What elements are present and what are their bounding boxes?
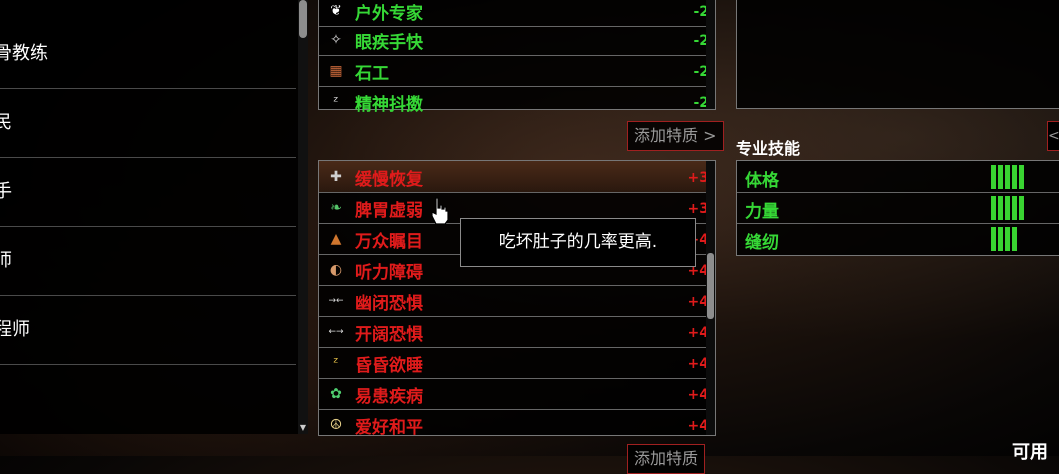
skill-row: 力量 (737, 192, 1059, 224)
skill-pip (1005, 165, 1010, 189)
occupation-scrollbar[interactable]: ▼ (298, 0, 308, 434)
occupation-label: 骨教练 (0, 43, 48, 64)
trait-name: 开阔恐惧 (355, 325, 423, 345)
skill-pip (1005, 227, 1010, 251)
skill-name: 缝纫 (745, 233, 779, 253)
trait-row[interactable]: →← 幽闭恐惧 +4 (319, 285, 715, 317)
skills-list: 体格 力量 缝纫 (736, 160, 1059, 256)
positive-trait-list: ❦ 户外专家 -2 ✧ 眼疾手快 -2 ▦ 石工 -2 ᶻ 精神抖擞 -2 (318, 0, 716, 115)
occupation-item[interactable]: 手 (0, 158, 296, 227)
trait-tooltip: 吃坏肚子的几率更高. (460, 218, 696, 267)
germ-icon: ✿ (330, 386, 342, 402)
trait-row[interactable]: ←→ 开阔恐惧 +4 (319, 316, 715, 348)
trait-row[interactable]: ᶻ 精神抖擞 -2 (319, 86, 715, 117)
trait-name: 户外专家 (355, 4, 423, 24)
skill-pip (991, 165, 996, 189)
hand-cursor-icon (431, 197, 449, 225)
skill-pip (1012, 196, 1017, 220)
trait-name: 脾胃虚弱 (355, 201, 423, 221)
peace-icon: ☮ (329, 417, 343, 433)
trait-name: 眼疾手快 (355, 33, 423, 53)
skill-pip (1005, 196, 1010, 220)
trait-name: 爱好和平 (355, 418, 423, 438)
trait-scrollbar[interactable] (706, 161, 715, 435)
arrows-out-icon: ←→ (328, 327, 344, 337)
occupation-label: 手 (0, 181, 12, 202)
trait-name: 昏昏欲睡 (355, 356, 423, 376)
collapse-button[interactable]: < (1047, 121, 1059, 151)
trait-name: 缓慢恢复 (355, 170, 423, 190)
occupation-label: 程师 (0, 319, 30, 340)
description-panel (736, 0, 1059, 109)
occupation-label: 师 (0, 250, 12, 271)
stomach-icon: ❧ (330, 200, 342, 216)
trait-row[interactable]: ✚ 缓慢恢复 +3 (319, 161, 715, 193)
available-points-label: 可用 (1012, 442, 1048, 463)
skill-pip (1012, 227, 1017, 251)
negative-trait-list: ✚ 缓慢恢复 +3 ❧ 脾胃虚弱 +3 ▲ 万众瞩目 +4 ◐ 听力障碍 +4 … (318, 160, 716, 438)
add-trait-button[interactable]: 添加特质 (627, 444, 706, 474)
add-trait-button[interactable]: 添加特质 > (627, 121, 724, 151)
trait-name: 万众瞩目 (355, 232, 423, 252)
skill-pip (998, 165, 1003, 189)
arrows-in-icon: →← (328, 296, 344, 306)
occupation-item[interactable]: 骨教练 (0, 20, 296, 89)
skill-pip (1019, 165, 1024, 189)
scrollbar-thumb[interactable] (707, 253, 714, 319)
skill-pip (1012, 165, 1017, 189)
scrollbar-thumb[interactable] (299, 0, 307, 38)
skill-row: 缝纫 (737, 223, 1059, 254)
drowsy-icon: ᶻ (333, 355, 339, 371)
leaf-icon: ❦ (330, 3, 342, 19)
skill-pip (1019, 196, 1024, 220)
trait-name: 精神抖擞 (355, 95, 423, 115)
skill-row: 体格 (737, 161, 1059, 193)
skill-pip (998, 196, 1003, 220)
occupation-item[interactable]: 民 (0, 89, 296, 158)
skill-pip (991, 227, 996, 251)
scroll-down-arrow-icon[interactable]: ▼ (299, 424, 307, 432)
brick-wall-icon: ▦ (329, 63, 343, 79)
trait-row[interactable]: ✿ 易患疾病 +4 (319, 378, 715, 410)
trait-name: 石工 (355, 64, 389, 84)
swift-hand-icon: ✧ (330, 32, 342, 48)
trait-name: 易患疾病 (355, 387, 423, 407)
ear-icon: ◐ (329, 262, 343, 278)
skill-name: 力量 (745, 202, 779, 222)
top-hat-icon: ▲ (330, 231, 342, 247)
bandage-icon: ✚ (330, 169, 342, 185)
trait-row[interactable]: ❦ 户外专家 -2 (319, 0, 715, 27)
trait-name: 听力障碍 (355, 263, 423, 283)
occupation-label: 民 (0, 112, 12, 133)
sleep-z-icon: ᶻ (333, 94, 339, 110)
skill-pip (998, 227, 1003, 251)
skill-pip (991, 196, 996, 220)
trait-name: 幽闭恐惧 (355, 294, 423, 314)
trait-row[interactable]: ☮ 爱好和平 +4 (319, 409, 715, 440)
skill-name: 体格 (745, 171, 779, 191)
trait-row[interactable]: ▦ 石工 -2 (319, 55, 715, 87)
trait-row[interactable]: ✧ 眼疾手快 -2 (319, 24, 715, 56)
occupation-item[interactable]: 程师 (0, 296, 296, 365)
skills-title: 专业技能 (736, 139, 801, 158)
occupation-item[interactable]: 师 (0, 227, 296, 296)
occupation-list: 骨教练 民 手 师 程师 (0, 0, 298, 434)
trait-scrollbar[interactable] (706, 0, 715, 109)
trait-row[interactable]: ᶻ 昏昏欲睡 +4 (319, 347, 715, 379)
